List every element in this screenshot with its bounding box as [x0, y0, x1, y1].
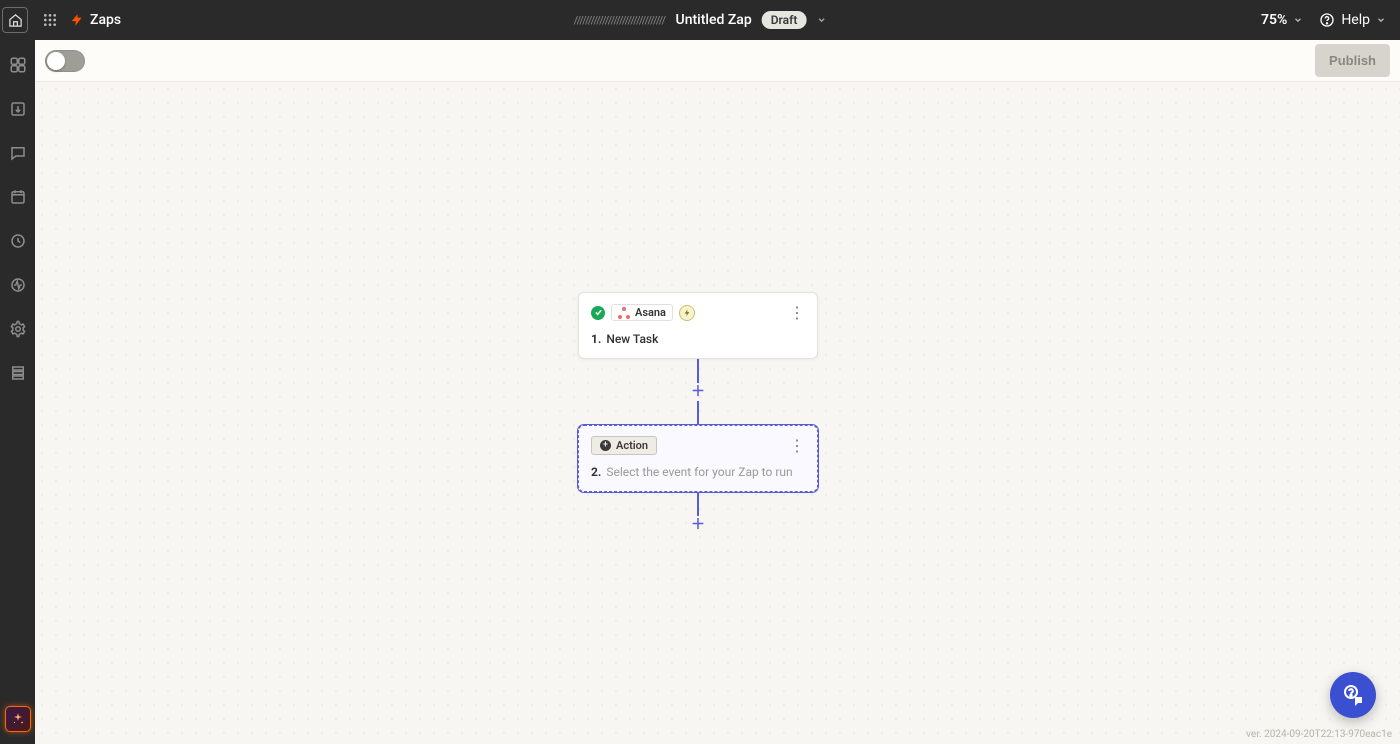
home-icon	[8, 13, 23, 28]
help-icon	[1319, 12, 1335, 28]
zap-title[interactable]: Untitled Zap	[676, 12, 752, 28]
chat-fab[interactable]	[1330, 672, 1376, 718]
step-menu-button[interactable]: ⋮	[787, 303, 805, 322]
title-area: //////////////////////////////// Untitle…	[574, 11, 827, 29]
step-menu-button[interactable]: ⋮	[787, 436, 805, 455]
connector-line	[697, 492, 699, 516]
settings-icon[interactable]	[7, 318, 29, 340]
step-index: 2.	[591, 465, 601, 479]
ai-command-icon[interactable]	[7, 54, 29, 76]
version-text: ver. 2024-09-20T22:13-970eac1e	[1246, 729, 1392, 740]
step-placeholder: Select the event for your Zap to run	[606, 465, 792, 479]
sparkle-icon	[11, 712, 25, 726]
chevron-down-icon	[1293, 15, 1303, 25]
plus-circle-icon: +	[600, 440, 611, 451]
asana-icon	[618, 307, 630, 319]
path-scribble: ////////////////////////////////	[574, 14, 666, 27]
zap-bolt-icon	[70, 12, 84, 28]
chat-help-icon	[1341, 683, 1365, 707]
versions-icon[interactable]	[7, 362, 29, 384]
zap-enabled-toggle[interactable]	[45, 50, 85, 72]
flow-container: Asana ⋮ 1. New Task ＋ + Action ⋮	[578, 292, 818, 534]
step-title: New Task	[606, 332, 658, 346]
chevron-down-icon	[816, 15, 826, 25]
zoom-control[interactable]: 75%	[1261, 12, 1303, 28]
chevron-down-icon	[1376, 15, 1386, 25]
help-menu[interactable]: Help	[1319, 12, 1386, 28]
home-button[interactable]	[2, 7, 28, 33]
left-rail	[0, 40, 35, 744]
history-icon[interactable]	[7, 230, 29, 252]
toggle-knob	[47, 52, 65, 70]
add-step-button[interactable]: ＋	[689, 516, 707, 534]
action-chip-label: Action	[616, 439, 648, 452]
connector-line	[697, 401, 699, 425]
app-chip-asana: Asana	[611, 304, 673, 321]
publish-button[interactable]: Publish	[1315, 44, 1390, 77]
trigger-badge	[679, 305, 695, 321]
activity-icon[interactable]	[7, 274, 29, 296]
comment-icon[interactable]	[7, 142, 29, 164]
step-index: 1.	[591, 332, 601, 346]
app-switcher-button[interactable]	[34, 0, 66, 40]
app-chip-label: Asana	[635, 306, 666, 319]
import-icon[interactable]	[7, 98, 29, 120]
editor-canvas[interactable]: Publish Asana ⋮ 1. New Task	[35, 40, 1400, 744]
bolt-icon	[683, 309, 691, 317]
ai-assistant-button[interactable]	[5, 706, 31, 732]
top-bar-right: 75% Help	[1261, 12, 1400, 28]
grid-icon	[42, 12, 58, 28]
status-badge: Draft	[762, 11, 807, 29]
step-card-2[interactable]: + Action ⋮ 2. Select the event for your …	[578, 425, 818, 492]
help-label: Help	[1341, 12, 1370, 28]
step-card-1[interactable]: Asana ⋮ 1. New Task	[578, 292, 818, 359]
status-ok-icon	[591, 306, 605, 320]
connector-line	[697, 359, 699, 383]
breadcrumb-zaps[interactable]: Zaps	[90, 12, 121, 28]
calendar-icon[interactable]	[7, 186, 29, 208]
zoom-level: 75%	[1261, 12, 1287, 28]
top-bar: Zaps //////////////////////////////// Un…	[0, 0, 1400, 40]
add-step-button[interactable]: ＋	[689, 383, 707, 401]
title-menu-caret[interactable]	[816, 15, 826, 25]
editor-toolbar: Publish	[35, 40, 1400, 82]
action-chip: + Action	[591, 436, 657, 455]
